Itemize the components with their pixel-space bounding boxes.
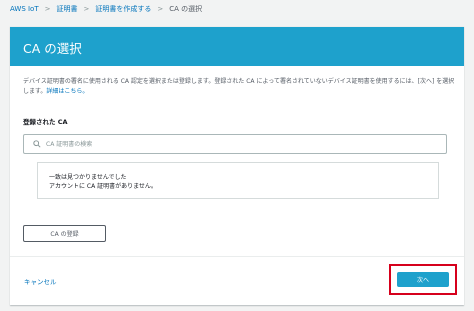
breadcrumb-create-certificate[interactable]: 証明書を作成する xyxy=(95,4,151,14)
empty-state-title: 一致は見つかりませんでした xyxy=(49,174,127,181)
search-icon xyxy=(30,135,44,153)
cancel-button[interactable]: キャンセル xyxy=(24,276,57,286)
breadcrumb-aws-iot[interactable]: AWS IoT xyxy=(10,5,39,13)
register-ca-button[interactable]: CA の登録 xyxy=(23,225,106,242)
empty-state: 一致は見つかりませんでした アカウントに CA 証明書がありません。 xyxy=(37,162,439,199)
breadcrumb-separator: > xyxy=(157,5,164,13)
highlight-frame: 次へ xyxy=(389,264,457,295)
registered-ca-label: 登録された CA xyxy=(23,118,68,126)
panel-description: デバイス証明書の署名に使用される CA 認定を選択または登録します。登録された … xyxy=(23,77,455,97)
breadcrumb: AWS IoT > 証明書 > 証明書を作成する > CA の選択 xyxy=(10,4,202,14)
ca-search-input[interactable] xyxy=(44,137,428,151)
ca-search-box[interactable] xyxy=(23,134,447,154)
empty-state-message: アカウントに CA 証明書がありません。 xyxy=(49,183,157,190)
panel-footer: キャンセル 次へ xyxy=(10,256,464,306)
next-button[interactable]: 次へ xyxy=(397,272,449,287)
learn-more-link[interactable]: 詳細はこちら。 xyxy=(46,88,88,95)
select-ca-panel: CA の選択 デバイス証明書の署名に使用される CA 認定を選択または登録します… xyxy=(10,26,464,305)
page-title: CA の選択 xyxy=(23,41,82,56)
breadcrumb-separator: > xyxy=(44,5,51,13)
breadcrumb-separator: > xyxy=(83,5,90,13)
breadcrumb-current: CA の選択 xyxy=(169,5,203,13)
breadcrumb-certificates[interactable]: 証明書 xyxy=(57,4,78,14)
panel-header: CA の選択 xyxy=(10,27,464,66)
